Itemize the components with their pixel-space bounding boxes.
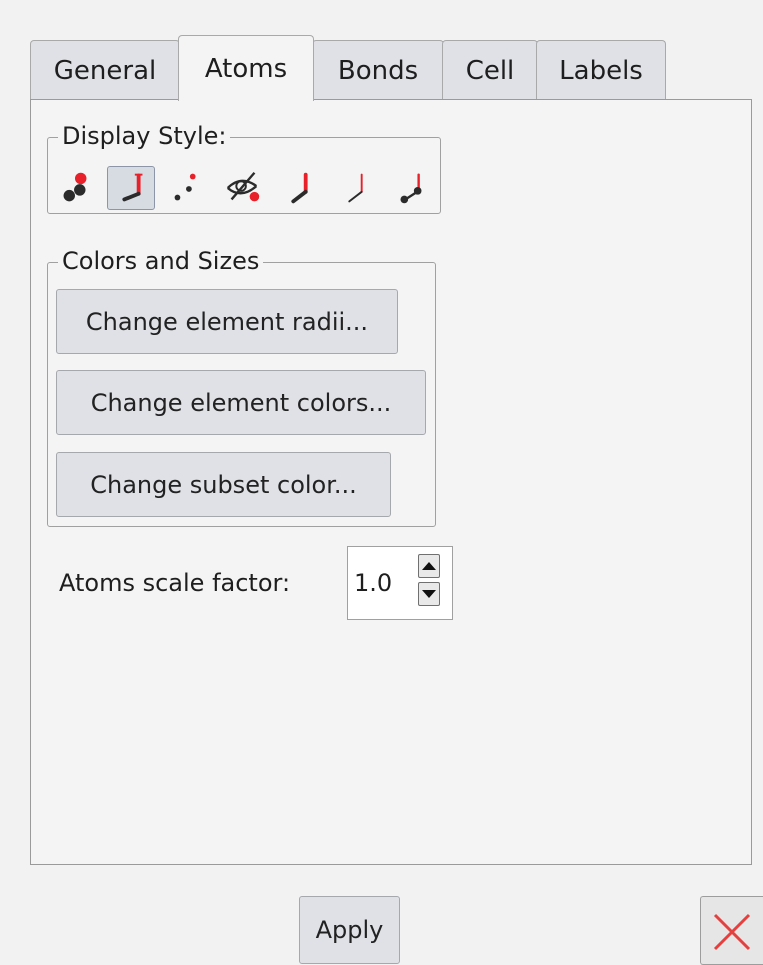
thin-line-icon: [348, 173, 363, 203]
ball-and-stick-icon: [63, 172, 87, 202]
colors-and-sizes-group: Colors and Sizes Change element radii...…: [47, 247, 436, 527]
colors-and-sizes-legend: Colors and Sizes: [58, 247, 264, 275]
tab-bonds-label: Bonds: [337, 55, 419, 86]
close-button[interactable]: [700, 896, 763, 965]
display-style-group: Display Style:: [47, 122, 441, 214]
tab-labels[interactable]: Labels: [536, 40, 666, 100]
tab-atoms[interactable]: Atoms: [178, 35, 314, 101]
stick-style-button[interactable]: [107, 166, 155, 210]
tab-general-label: General: [53, 55, 157, 86]
line-and-ball-icon: [400, 173, 422, 204]
thick-line-icon: [291, 172, 308, 204]
tab-labels-label: Labels: [559, 55, 643, 86]
apply-button[interactable]: Apply: [299, 896, 400, 964]
scale-factor-value[interactable]: 1.0: [354, 569, 392, 597]
atoms-tab-panel: Display Style: Colors and Sizes Change e…: [30, 99, 752, 865]
scale-factor-label: Atoms scale factor:: [59, 569, 291, 597]
thin-line-style-button[interactable]: [331, 166, 379, 210]
tab-bonds[interactable]: Bonds: [312, 40, 444, 100]
tab-cell-label: Cell: [465, 55, 515, 86]
hidden-style-button[interactable]: [219, 166, 267, 210]
tab-atoms-label: Atoms: [204, 53, 288, 84]
change-subset-color-button[interactable]: Change subset color...: [56, 452, 391, 517]
scale-factor-spinbox[interactable]: 1.0: [347, 546, 453, 620]
display-style-legend: Display Style:: [58, 122, 231, 150]
line-and-ball-style-button[interactable]: [387, 166, 435, 210]
close-icon: [713, 913, 751, 951]
hidden-icon: [226, 171, 260, 202]
spin-up-icon[interactable]: [418, 554, 440, 578]
change-element-colors-button[interactable]: Change element colors...: [56, 370, 426, 435]
tab-cell[interactable]: Cell: [442, 40, 538, 100]
spin-down-icon[interactable]: [418, 582, 440, 606]
thick-line-style-button[interactable]: [275, 166, 323, 210]
dots-style-button[interactable]: [163, 166, 211, 210]
change-element-radii-button[interactable]: Change element radii...: [56, 289, 398, 354]
stick-icon: [122, 173, 143, 202]
ball-and-stick-style-button[interactable]: [51, 166, 99, 210]
tab-general[interactable]: General: [30, 40, 180, 100]
dots-icon: [174, 173, 196, 201]
